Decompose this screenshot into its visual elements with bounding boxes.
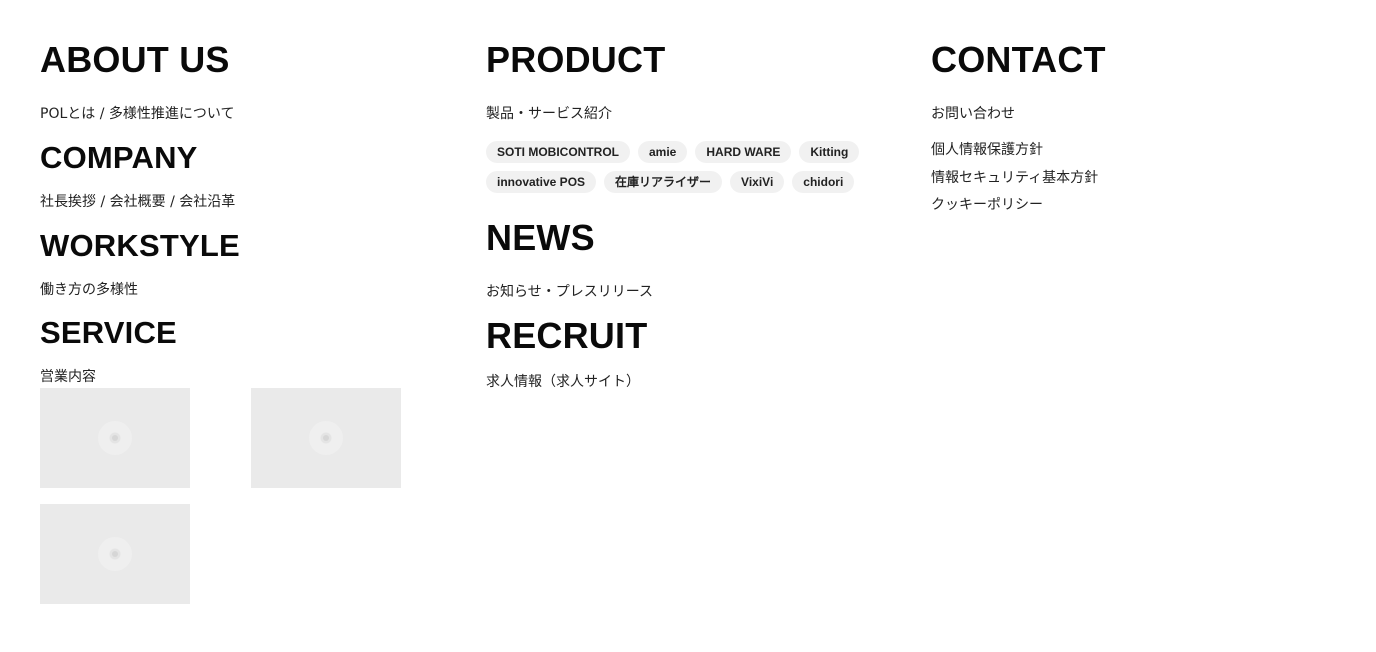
product-tag[interactable]: 在庫リアライザー (604, 170, 723, 193)
service-link[interactable]: 営業内容 (40, 369, 440, 386)
loading-spinner-icon (98, 537, 132, 572)
service-thumbnails (40, 388, 440, 608)
product-tag[interactable]: Kitting (799, 140, 860, 163)
contact-heading[interactable]: CONTACT (931, 42, 1331, 78)
about-us-heading[interactable]: ABOUT US (40, 42, 440, 78)
security-policy-link[interactable]: 情報セキュリティ基本方針 (931, 170, 1331, 187)
cookie-policy-link[interactable]: クッキーポリシー (931, 197, 1331, 214)
service-heading[interactable]: SERVICE (40, 317, 440, 348)
product-tag[interactable]: amie (638, 140, 688, 163)
privacy-policy-link[interactable]: 個人情報保護方針 (931, 142, 1331, 159)
product-heading[interactable]: PRODUCT (486, 42, 886, 78)
footer-column-product: PRODUCT 製品・サービス紹介 SOTI MOBICONTROL amie … (486, 36, 886, 390)
service-thumbnail[interactable] (40, 504, 190, 605)
recruit-heading[interactable]: RECRUIT (486, 317, 886, 354)
service-thumbnail[interactable] (40, 388, 190, 489)
product-tag[interactable]: VixiVi (730, 170, 785, 193)
company-link[interactable]: 社長挨拶 / 会社概要 / 会社沿革 (40, 194, 440, 211)
about-us-link[interactable]: POLとは / 多様性推進について (40, 106, 440, 123)
recruit-link[interactable]: 求人情報（求人サイト） (486, 374, 886, 391)
loading-spinner-icon (309, 421, 343, 456)
news-link[interactable]: お知らせ・プレスリリース (486, 284, 886, 301)
loading-spinner-icon (98, 421, 132, 456)
workstyle-heading[interactable]: WORKSTYLE (40, 230, 440, 261)
site-footer: ABOUT US POLとは / 多様性推進について COMPANY 社長挨拶 … (0, 0, 1376, 652)
service-thumbnail[interactable] (251, 388, 401, 489)
company-heading[interactable]: COMPANY (40, 142, 440, 173)
workstyle-link[interactable]: 働き方の多様性 (40, 282, 440, 299)
product-link[interactable]: 製品・サービス紹介 (486, 106, 886, 123)
news-heading[interactable]: NEWS (486, 219, 886, 256)
product-tag[interactable]: innovative POS (486, 170, 597, 193)
product-tag[interactable]: SOTI MOBICONTROL (486, 140, 630, 163)
contact-link[interactable]: お問い合わせ (931, 106, 1331, 123)
product-tag[interactable]: chidori (792, 170, 855, 193)
footer-column-contact: CONTACT お問い合わせ 個人情報保護方針 情報セキュリティ基本方針 クッキ… (931, 36, 1331, 214)
footer-column-about: ABOUT US POLとは / 多様性推進について COMPANY 社長挨拶 … (40, 36, 440, 608)
product-tag[interactable]: HARD WARE (695, 140, 792, 163)
product-tag-list: SOTI MOBICONTROL amie HARD WARE Kitting … (486, 140, 866, 193)
